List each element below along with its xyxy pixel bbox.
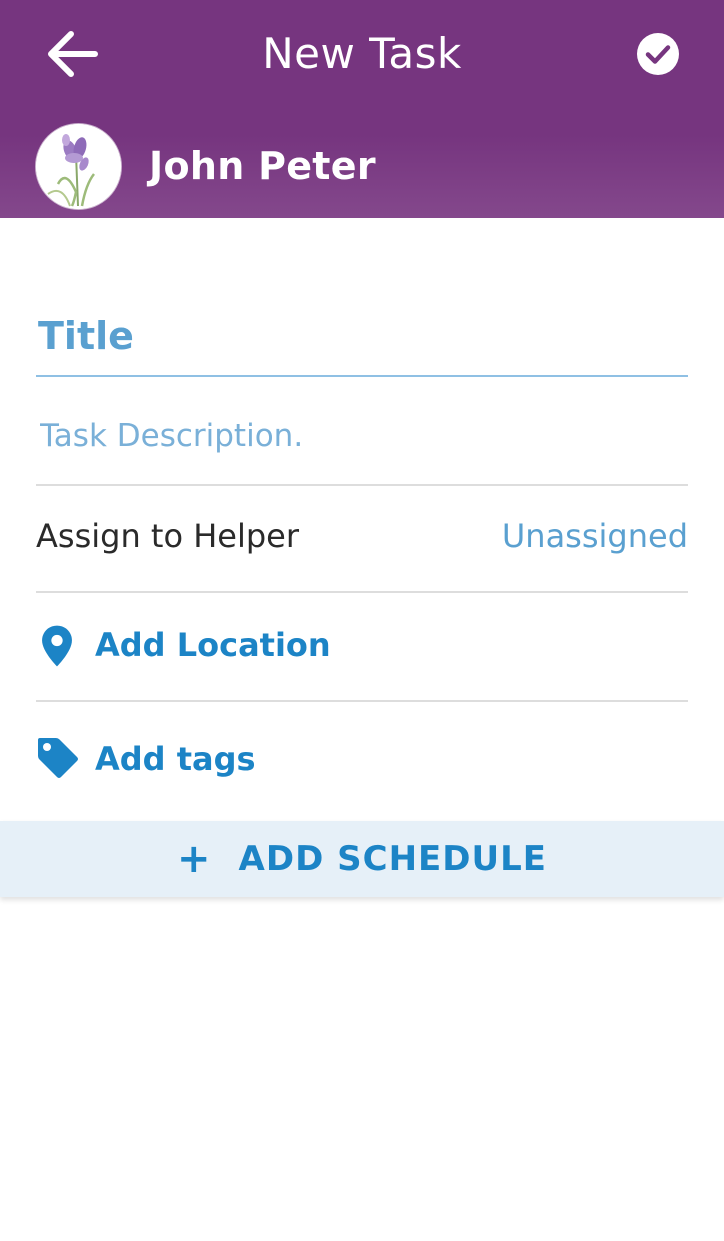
title-underline — [36, 375, 688, 377]
user-name: John Peter — [149, 144, 376, 188]
tag-icon — [38, 738, 78, 778]
assign-helper-label: Assign to Helper — [36, 517, 299, 555]
description-input[interactable] — [36, 408, 692, 464]
check-circle-icon — [637, 33, 679, 75]
add-schedule-button[interactable]: + ADD SCHEDULE — [0, 821, 724, 897]
divider — [36, 591, 688, 593]
title-input[interactable] — [36, 300, 690, 372]
add-location-label: Add Location — [95, 626, 331, 664]
save-button[interactable] — [630, 26, 686, 82]
location-pin-icon — [42, 625, 72, 667]
add-schedule-label: ADD SCHEDULE — [238, 839, 547, 879]
assign-helper-row[interactable]: Assign to Helper Unassigned — [36, 500, 688, 578]
divider — [36, 700, 688, 702]
app-header: New Task John Peter — [0, 0, 724, 218]
assign-helper-value: Unassigned — [501, 517, 688, 555]
add-tags-button[interactable]: Add tags — [36, 724, 688, 794]
iris-flower-avatar — [36, 124, 121, 209]
page-title: New Task — [262, 29, 462, 78]
avatar[interactable] — [36, 124, 121, 209]
divider — [36, 484, 688, 486]
add-location-button[interactable]: Add Location — [36, 610, 688, 680]
add-tags-label: Add tags — [95, 740, 256, 778]
plus-icon: + — [177, 836, 211, 882]
